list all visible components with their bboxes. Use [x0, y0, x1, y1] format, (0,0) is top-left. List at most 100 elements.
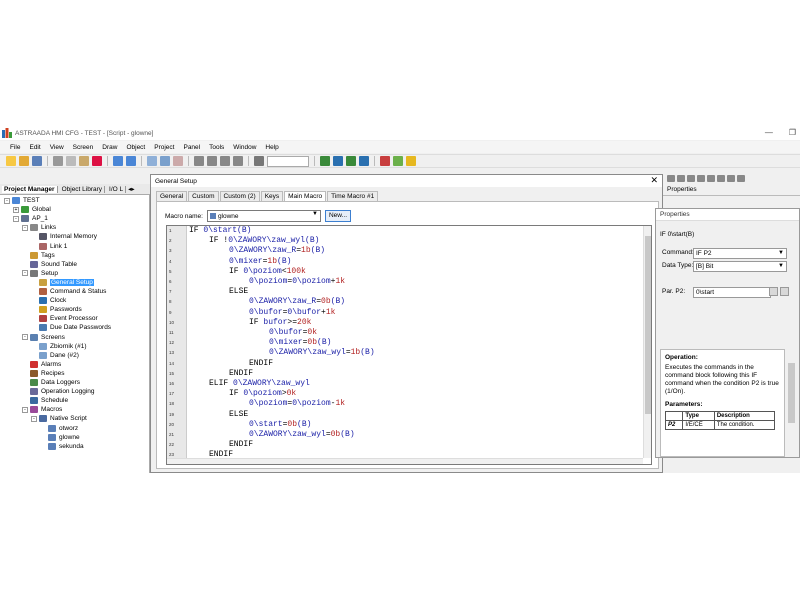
menu-project[interactable]: Project	[154, 144, 174, 151]
align-bottom-icon[interactable]	[717, 175, 725, 182]
code-line[interactable]: 0\bufor=0k	[189, 328, 317, 338]
tree-item[interactable]: Dane (#2)	[31, 351, 79, 360]
project-settings-icon[interactable]	[173, 156, 183, 166]
undo-icon[interactable]	[113, 156, 123, 166]
macro-name-select[interactable]: glowne ▼	[206, 210, 321, 222]
tree-item[interactable]: General Setup	[31, 278, 94, 287]
redo-icon[interactable]	[126, 156, 136, 166]
collapse-icon[interactable]: -	[13, 215, 19, 222]
ungroup-icon[interactable]	[737, 175, 745, 182]
scroll-thumb[interactable]	[788, 363, 795, 423]
align-top-icon[interactable]	[707, 175, 715, 182]
code-line[interactable]: 0\poziom=0\poziom+1k	[189, 277, 345, 287]
tree-item[interactable]: Schedule	[22, 396, 68, 405]
tree-item[interactable]: - Screens	[22, 333, 65, 342]
online-icon[interactable]	[359, 156, 369, 166]
code-line[interactable]: IF bufor>=20k	[189, 318, 311, 328]
tree-item[interactable]: Zbiornik (#1)	[31, 342, 86, 351]
cut-icon[interactable]	[53, 156, 63, 166]
horizontal-scrollbar[interactable]	[167, 458, 643, 464]
tab-io[interactable]: I/O L	[107, 185, 127, 193]
collapse-icon[interactable]: -	[22, 334, 28, 340]
tab-scroll-icon[interactable]: ◂▸	[128, 185, 135, 193]
paste-icon[interactable]	[79, 156, 89, 166]
tree-item[interactable]: Link 1	[31, 242, 67, 251]
code-line[interactable]: 0\mixer=1b(B)	[189, 257, 291, 267]
scroll-thumb[interactable]	[645, 236, 651, 414]
screen-list-icon[interactable]	[160, 156, 170, 166]
code-line[interactable]: 0\poziom=0\poziom-1k	[189, 399, 345, 409]
download-icon[interactable]	[333, 156, 343, 166]
tree-item[interactable]: - Native Script	[31, 414, 87, 423]
menu-screen[interactable]: Screen	[73, 144, 94, 151]
code-line[interactable]: 0\bufor=0\bufor+1k	[189, 308, 335, 318]
collapse-icon[interactable]: -	[4, 197, 10, 204]
stop-icon[interactable]	[380, 156, 390, 166]
vertical-scrollbar[interactable]	[643, 226, 651, 458]
tree-item[interactable]: Data Loggers	[22, 378, 80, 387]
compile-icon[interactable]	[320, 156, 330, 166]
tree-item[interactable]: Event Processor	[31, 314, 98, 323]
code-line[interactable]: ELIF 0\ZAWORY\zaw_wyl	[189, 379, 310, 389]
code-line[interactable]: IF 0\start(B)	[189, 226, 251, 236]
tab-object-library[interactable]: Object Library	[60, 185, 106, 193]
code-line[interactable]: ENDIF	[189, 440, 253, 450]
code-line[interactable]: 0\mixer=0b(B)	[189, 338, 331, 348]
sort-icon[interactable]	[667, 175, 675, 182]
code-line[interactable]: ENDIF	[189, 369, 253, 379]
tree-item[interactable]: - Macros	[22, 405, 62, 414]
collapse-icon[interactable]: -	[22, 406, 28, 413]
filter-icon[interactable]	[677, 175, 685, 182]
code-line[interactable]: IF 0\poziom<100k	[189, 267, 306, 277]
tree-item[interactable]: otworz	[40, 424, 78, 433]
group-icon[interactable]	[727, 175, 735, 182]
zoom-in-icon[interactable]	[194, 156, 204, 166]
copy-icon[interactable]	[66, 156, 76, 166]
code-line[interactable]: IF !0\ZAWORY\zaw_wyl(B)	[189, 236, 319, 246]
tree-item[interactable]: - Links	[22, 223, 56, 232]
tree-item[interactable]: Due Date Passwords	[31, 323, 111, 332]
open-folder-icon[interactable]	[19, 156, 29, 166]
restore-icon[interactable]: ❐	[789, 128, 796, 137]
run-icon[interactable]	[393, 156, 403, 166]
menu-object[interactable]: Object	[126, 144, 145, 151]
tree-item[interactable]: Passwords	[31, 305, 82, 314]
menu-window[interactable]: Window	[233, 144, 256, 151]
tree-item[interactable]: Command & Status	[31, 287, 106, 296]
menu-file[interactable]: File	[10, 144, 20, 151]
command-select[interactable]: IF P2 ▼	[693, 248, 787, 259]
menu-draw[interactable]: Draw	[102, 144, 117, 151]
menu-panel[interactable]: Panel	[183, 144, 200, 151]
tree-item[interactable]: - Setup	[22, 269, 58, 278]
tree-item[interactable]: Alarms	[22, 360, 61, 369]
tree-item[interactable]: sekunda	[40, 442, 84, 451]
code-line[interactable]: 0\ZAWORY\zaw_wyl=0b(B)	[189, 430, 355, 440]
code-line[interactable]: ELSE	[189, 287, 248, 297]
align-left-icon[interactable]	[687, 175, 695, 182]
code-line[interactable]: ELSE	[189, 410, 248, 420]
tree-item[interactable]: Recipes	[22, 369, 64, 378]
text-icon[interactable]	[254, 156, 264, 166]
tree-item[interactable]: Tags	[22, 251, 55, 260]
code-line[interactable]: 0\ZAWORY\zaw_wyl=1b(B)	[189, 348, 375, 358]
new-macro-button[interactable]: New...	[324, 210, 351, 222]
delete-icon[interactable]	[92, 156, 102, 166]
tree-item[interactable]: Clock	[31, 296, 66, 305]
help-scrollbar[interactable]	[787, 349, 796, 457]
tab-project-manager[interactable]: Project Manager	[2, 185, 58, 193]
tree-item[interactable]: + Global	[13, 205, 51, 214]
minimize-icon[interactable]: —	[765, 128, 773, 137]
zoom-field[interactable]	[267, 155, 309, 167]
collapse-icon[interactable]: -	[22, 270, 28, 277]
help-icon[interactable]	[406, 156, 416, 166]
save-icon[interactable]	[32, 156, 42, 166]
code-line[interactable]: 0\start=0b(B)	[189, 420, 311, 430]
expand-icon[interactable]: +	[13, 206, 19, 213]
menu-help[interactable]: Help	[265, 144, 278, 151]
code-line[interactable]: 0\ZAWORY\zaw_R=1b(B)	[189, 246, 325, 256]
new-file-icon[interactable]	[6, 156, 16, 166]
menu-tools[interactable]: Tools	[209, 144, 224, 151]
code-line[interactable]: 0\ZAWORY\zaw_R=0b(B)	[189, 297, 345, 307]
tag-browse-icon[interactable]	[769, 287, 778, 296]
collapse-icon[interactable]: -	[31, 415, 37, 422]
